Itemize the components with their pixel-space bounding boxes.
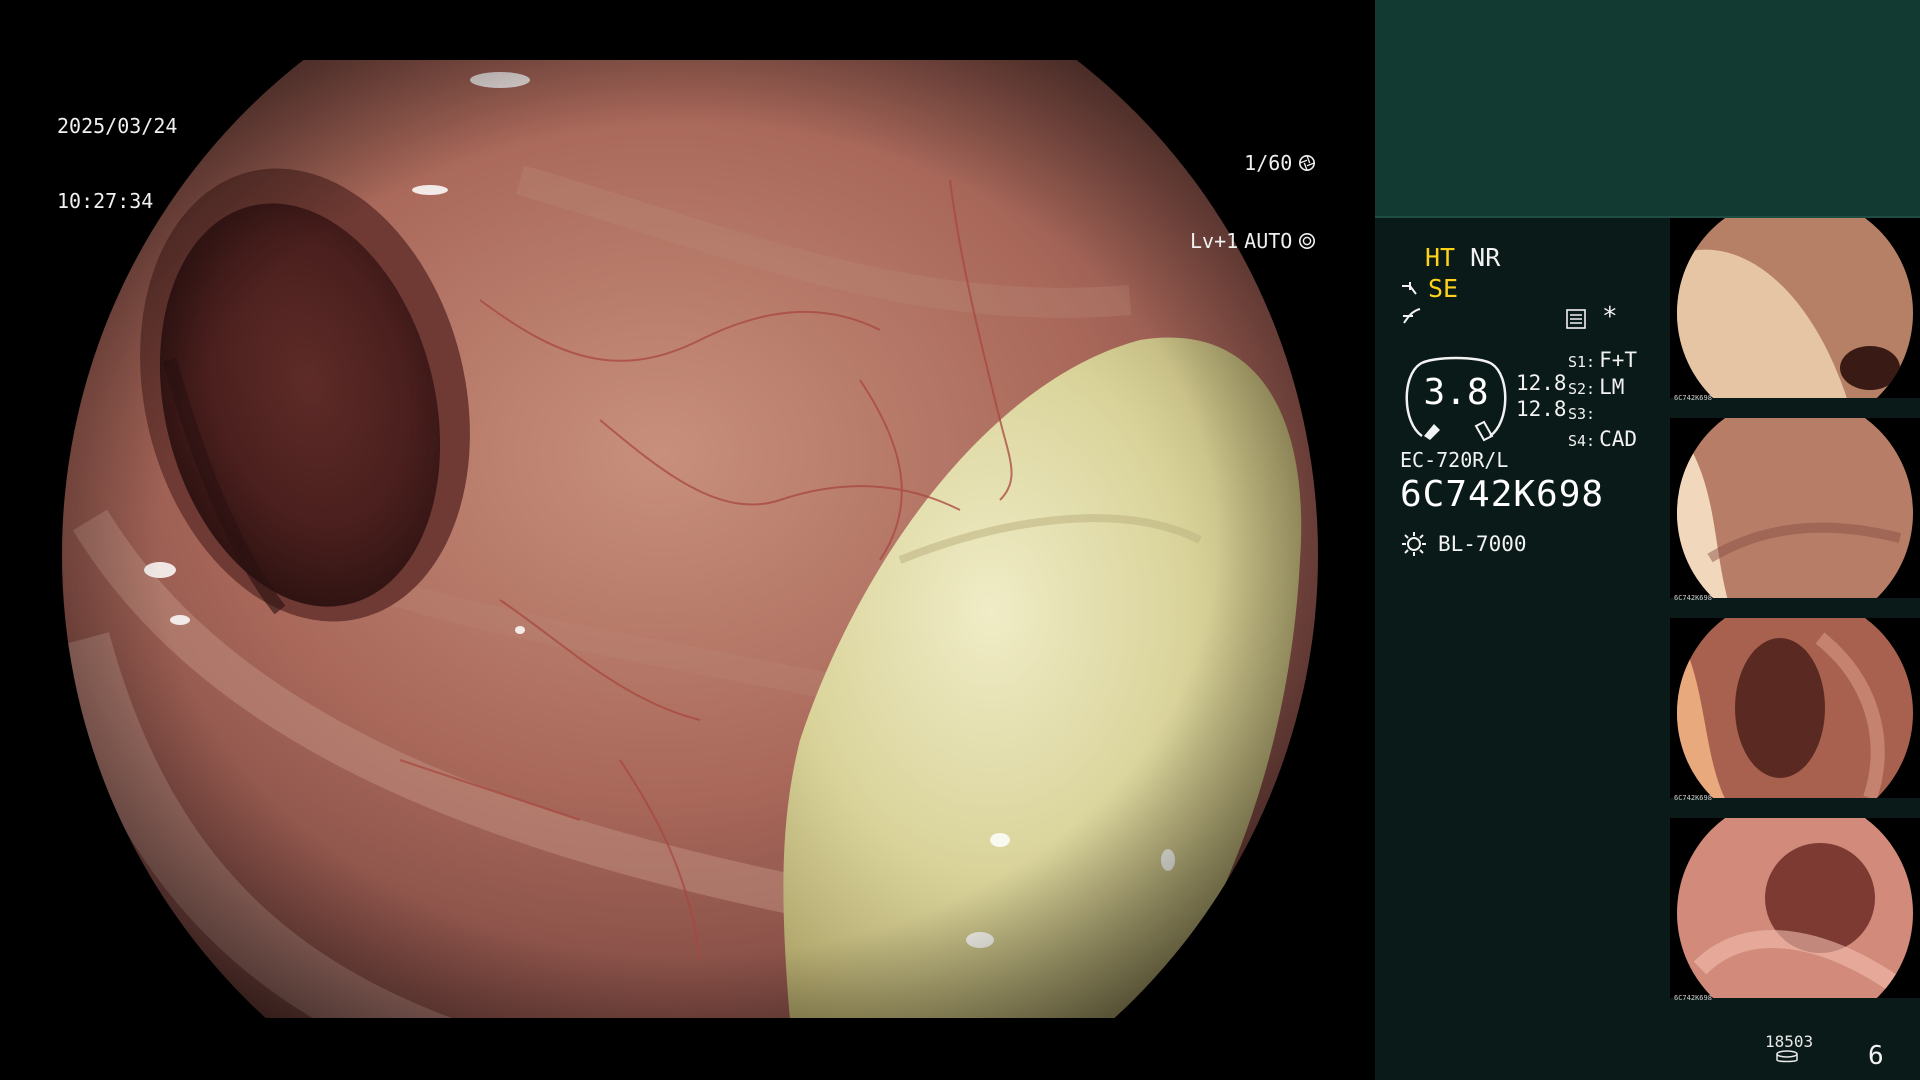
gain-top-value: 12.8: [1516, 371, 1567, 395]
switch-assignment-list: S1: F+T S2: LM S3: S4: CAD: [1568, 348, 1637, 454]
brightness-level-label: Lv+1: [1190, 228, 1239, 253]
gain-bottom-value: 12.8: [1516, 397, 1567, 421]
iris-mode-label: AUTO: [1244, 228, 1293, 253]
gain-values: 12.8 12.8: [1516, 370, 1567, 422]
enhancement-mode-icon: [1402, 282, 1417, 295]
thumbnail-1[interactable]: 6C742K698: [1670, 218, 1920, 408]
date-time-display: 2025/03/24 10:27:34: [57, 64, 177, 239]
thumbnail-image: [1670, 818, 1920, 1008]
ht-indicator: HT: [1425, 243, 1456, 272]
aperture-icon: [1299, 154, 1316, 172]
time-label: 10:27:34: [57, 189, 154, 213]
endoscope-live-view: [0, 0, 1375, 1080]
panel-header-bar: [1375, 0, 1920, 218]
thumbnail-serial: 6C742K698: [1674, 794, 1712, 802]
switch-slot-4: S4: CAD: [1568, 427, 1637, 454]
exposure-display: 1/60 Lv+1 AUTO: [1190, 99, 1316, 280]
switch-slot-3: S3:: [1568, 402, 1637, 427]
thumbnail-image: [1670, 618, 1920, 808]
scope-serial-label: 6C742K698: [1400, 474, 1605, 515]
sun-icon: [1402, 532, 1426, 556]
slot-key: S2:: [1568, 380, 1596, 398]
thumbnail-serial: 6C742K698: [1674, 394, 1712, 402]
thumbnail-4[interactable]: 6C742K698: [1670, 818, 1920, 1008]
star-indicator: *: [1602, 302, 1618, 332]
slot-value: CAD: [1599, 427, 1638, 451]
slot-key: S1:: [1568, 353, 1596, 371]
slot-value: F+T: [1599, 348, 1638, 372]
thumbnail-2[interactable]: 6C742K698: [1670, 418, 1920, 608]
thumbnail-image: [1670, 218, 1920, 408]
light-source-label: BL-7000: [1438, 532, 1527, 556]
image-mode-status: HT NR: [1425, 243, 1500, 273]
switch-slot-2: S2: LM: [1568, 375, 1637, 402]
storage-disk-icon: [1776, 1050, 1798, 1063]
se-indicator: SE: [1428, 274, 1459, 303]
thumbnail-serial: 6C742K698: [1674, 994, 1712, 1002]
slot-key: S4:: [1568, 432, 1596, 450]
structure-enhancement-status: SE: [1400, 274, 1458, 304]
color-enhancement-icon: [1403, 308, 1421, 324]
image-index: 6: [1868, 1041, 1884, 1071]
slot-value: LM: [1599, 375, 1625, 399]
date-label: 2025/03/24: [57, 114, 178, 138]
scope-model-label: EC-720R/L: [1400, 448, 1509, 472]
gain-value: 3.8: [1423, 372, 1489, 413]
iris-icon: [1299, 232, 1316, 250]
nr-indicator: NR: [1470, 243, 1501, 272]
storage-count: 18503: [1765, 1032, 1814, 1051]
switch-slot-1: S1: F+T: [1568, 348, 1637, 375]
menu-settings-icon[interactable]: [1565, 308, 1587, 330]
endoscope-image: [62, 60, 1318, 1018]
slot-key: S3:: [1568, 405, 1596, 423]
shutter-speed-label: 1/60: [1244, 150, 1293, 175]
thumbnail-serial: 6C742K698: [1674, 594, 1712, 602]
thumbnail-3[interactable]: 6C742K698: [1670, 618, 1920, 808]
light-source-info: BL-7000: [1400, 530, 1527, 558]
thumbnail-image: [1670, 418, 1920, 608]
